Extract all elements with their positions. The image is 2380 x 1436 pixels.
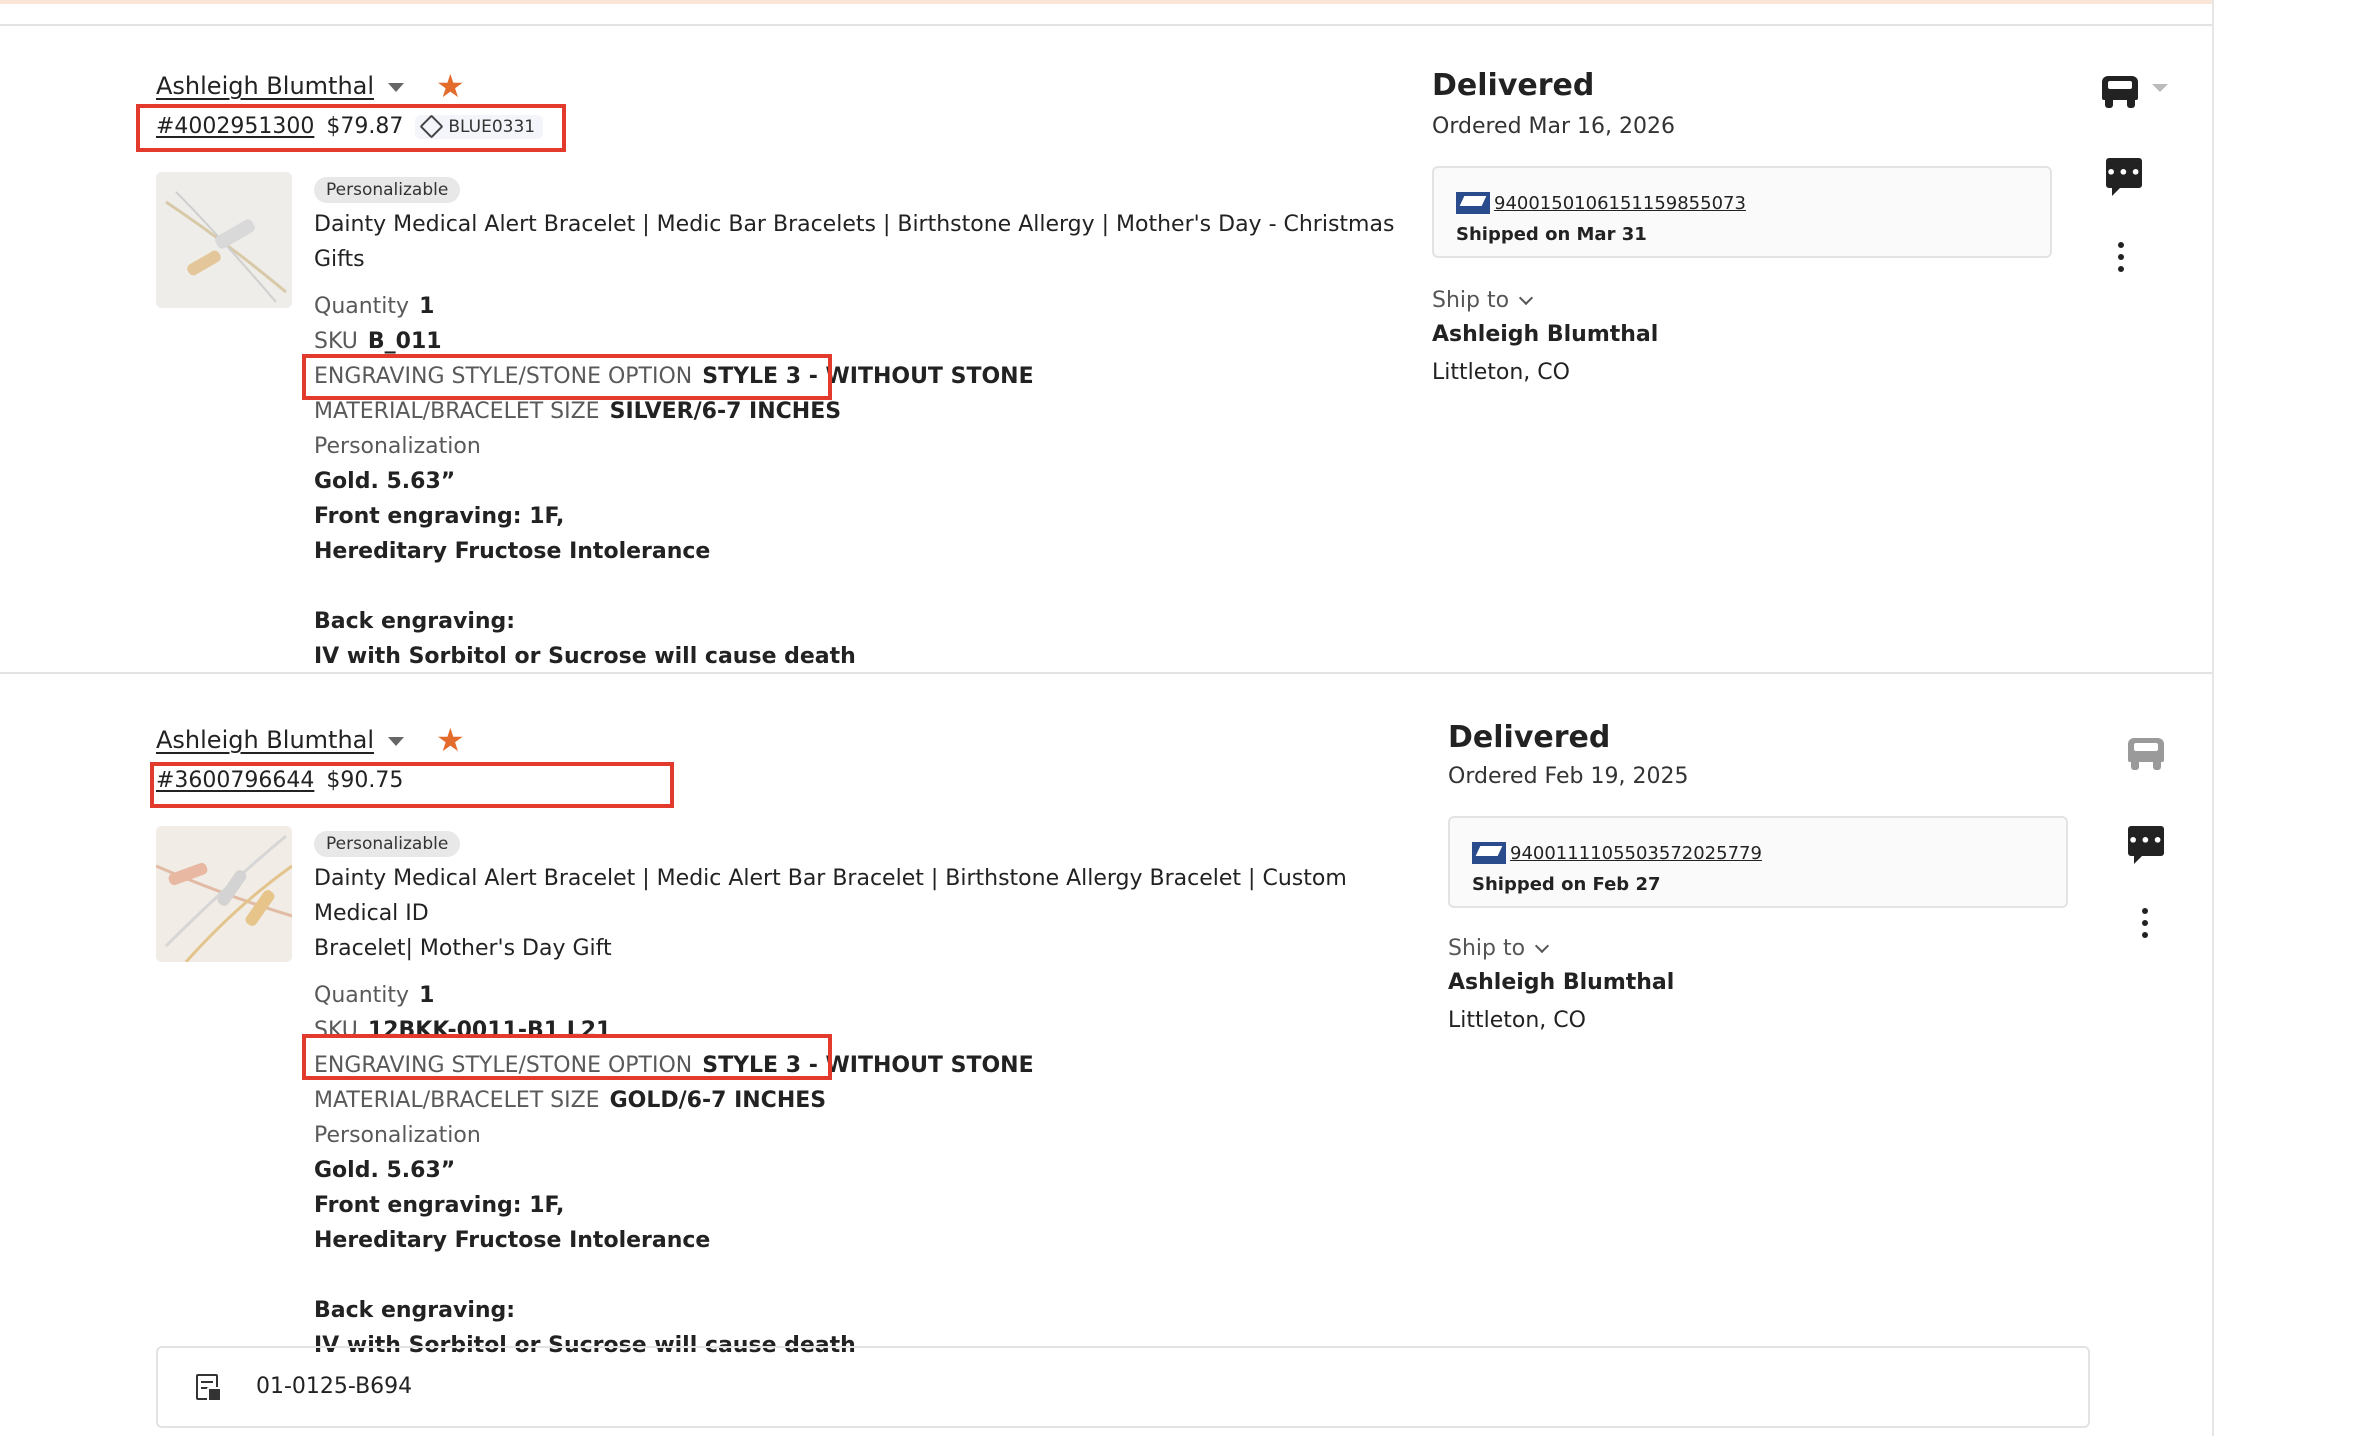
tracking-number-link[interactable]: 9400150106151159855073 — [1494, 193, 1746, 214]
personalization-label: Personalization — [314, 1123, 481, 1148]
highlight-box — [136, 104, 566, 152]
ship-to-toggle[interactable]: Ship to — [1448, 936, 1550, 961]
quantity-value: 1 — [419, 294, 435, 319]
shipped-date: Shipped on Feb 27 — [1472, 874, 1661, 895]
tracking-row: 9400150106151159855073 — [1456, 192, 1746, 214]
ship-to-label: Ship to — [1448, 936, 1526, 961]
quantity-value: 1 — [419, 983, 435, 1008]
item-details: Personalizable Dainty Medical Alert Brac… — [314, 176, 1404, 674]
shipped-date: Shipped on Mar 31 — [1456, 224, 1647, 245]
bracelet-image — [156, 826, 292, 962]
section-divider — [0, 24, 2212, 26]
buyer-name-link[interactable]: Ashleigh Blumthal — [156, 726, 374, 754]
quantity-row: Quantity 1 — [314, 978, 1404, 1013]
ship-to-name: Ashleigh Blumthal — [1432, 322, 1659, 347]
private-note-text: 01-0125-B694 — [256, 1374, 413, 1399]
buyer-row: Ashleigh Blumthal ★ — [156, 70, 465, 102]
ship-to-name: Ashleigh Blumthal — [1448, 970, 1675, 995]
material-value: GOLD/6-7 INCHES — [609, 1088, 827, 1113]
personalization-label: Personalization — [314, 434, 481, 459]
message-icon[interactable]: ••• — [2128, 826, 2164, 864]
buyer-row: Ashleigh Blumthal ★ — [156, 724, 465, 756]
item-details: Personalizable Dainty Medical Alert Brac… — [314, 830, 1404, 1363]
personalization-line: Hereditary Fructose Intolerance — [314, 1228, 711, 1253]
quantity-label: Quantity — [314, 983, 410, 1008]
star-icon[interactable]: ★ — [436, 70, 465, 102]
buyer-dropdown-caret-icon[interactable] — [388, 82, 405, 92]
personalizable-badge: Personalizable — [314, 831, 461, 857]
product-thumbnail[interactable] — [156, 826, 292, 962]
more-vertical-icon[interactable] — [2142, 908, 2148, 944]
ordered-date: Ordered Feb 19, 2025 — [1448, 764, 1689, 789]
tracking-row: 9400111105503572025779 — [1472, 842, 1762, 864]
tracking-number-link[interactable]: 9400111105503572025779 — [1510, 843, 1762, 864]
truck-icon[interactable] — [2128, 738, 2164, 770]
personalization-line: Back engraving: — [314, 1298, 516, 1323]
listing-title-link[interactable]: Dainty Medical Alert Bracelet | Medic Ba… — [314, 207, 1404, 277]
message-icon[interactable]: ••• — [2106, 158, 2142, 196]
truck-icon[interactable] — [2102, 76, 2138, 108]
personalization-line: Hereditary Fructose Intolerance — [314, 539, 711, 564]
ship-to-toggle[interactable]: Ship to — [1432, 288, 1534, 313]
personalizable-badge: Personalizable — [314, 177, 461, 203]
chevron-down-icon — [1519, 290, 1534, 305]
panel-right-border — [2212, 0, 2214, 1436]
listing-title-line: Dainty Medical Alert Bracelet | Medic Al… — [314, 866, 1347, 926]
material-label: MATERIAL/BRACELET SIZE — [314, 1088, 600, 1113]
star-icon[interactable]: ★ — [436, 724, 465, 756]
buyer-name-link[interactable]: Ashleigh Blumthal — [156, 72, 374, 100]
buyer-dropdown-caret-icon[interactable] — [388, 736, 405, 746]
personalization-line: Front engraving: 1F, — [314, 504, 565, 529]
chevron-down-icon — [1535, 938, 1550, 953]
ship-to-city: Littleton, CO — [1432, 360, 1570, 385]
highlight-box — [302, 1034, 832, 1080]
order-status: Delivered — [1448, 720, 1611, 755]
quantity-row: Quantity 1 — [314, 289, 1404, 324]
private-note-card[interactable]: 01-0125-B694 — [156, 1346, 2090, 1428]
highlight-box — [302, 354, 832, 400]
personalization-line: Gold. 5.63” — [314, 1158, 456, 1183]
ship-to-city: Littleton, CO — [1448, 1008, 1586, 1033]
personalization-line — [314, 1258, 1404, 1293]
note-lock-icon — [196, 1374, 222, 1402]
shipment-card: 9400150106151159855073 Shipped on Mar 31 — [1432, 166, 2052, 258]
listing-title-line: Bracelet| Mother's Day Gift — [314, 936, 612, 961]
ship-to-label: Ship to — [1432, 288, 1510, 313]
personalization-line: IV with Sorbitol or Sucrose will cause d… — [314, 644, 856, 669]
ordered-date: Ordered Mar 16, 2026 — [1432, 114, 1675, 139]
material-value: SILVER/6-7 INCHES — [609, 399, 842, 424]
shipment-card: 9400111105503572025779 Shipped on Feb 27 — [1448, 816, 2068, 908]
material-row: MATERIAL/BRACELET SIZE GOLD/6-7 INCHES — [314, 1083, 1404, 1118]
usps-logo-icon — [1456, 192, 1490, 214]
more-vertical-icon[interactable] — [2118, 242, 2124, 278]
bracelet-image — [156, 172, 292, 308]
material-label: MATERIAL/BRACELET SIZE — [314, 399, 600, 424]
order-status: Delivered — [1432, 68, 1595, 103]
highlight-box — [150, 762, 674, 808]
shipping-dropdown-caret-icon[interactable] — [2152, 84, 2168, 92]
personalization-line: Gold. 5.63” — [314, 469, 456, 494]
personalization-line — [314, 569, 1404, 604]
listing-title-link[interactable]: Dainty Medical Alert Bracelet | Medic Al… — [314, 861, 1404, 966]
usps-logo-icon — [1472, 842, 1506, 864]
quantity-label: Quantity — [314, 294, 410, 319]
personalization-line: Back engraving: — [314, 609, 516, 634]
product-thumbnail[interactable] — [156, 172, 292, 308]
sku-value: B_011 — [367, 329, 442, 354]
top-banner-edge — [0, 0, 2212, 4]
sku-label: SKU — [314, 329, 358, 354]
personalization-line: Front engraving: 1F, — [314, 1193, 565, 1218]
